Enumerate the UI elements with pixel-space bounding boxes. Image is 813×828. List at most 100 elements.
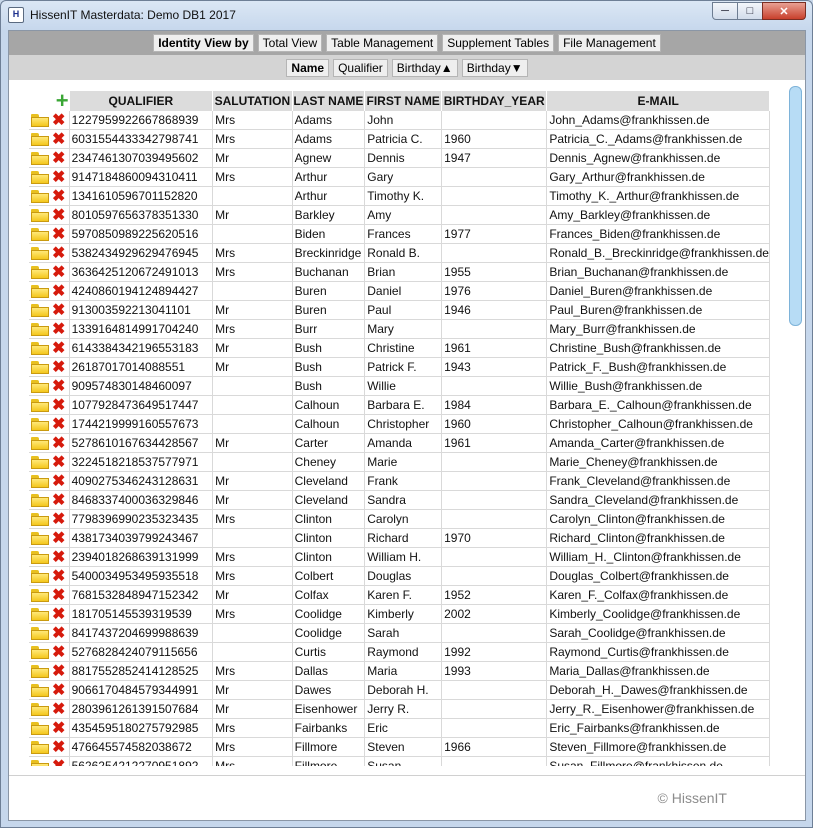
table-row[interactable]: ✖ 8010597656378351330 Mr Barkley Amy Amy_Bark…: [29, 205, 770, 225]
row-delete-cell[interactable]: ✖: [51, 566, 70, 586]
row-delete-cell[interactable]: ✖: [51, 129, 70, 149]
row-open-cell[interactable]: [29, 262, 52, 282]
scrollbar-thumb[interactable]: [789, 86, 802, 326]
vertical-scrollbar[interactable]: [789, 82, 803, 772]
delete-icon[interactable]: ✖: [51, 436, 66, 452]
folder-icon[interactable]: [31, 437, 49, 451]
table-row[interactable]: ✖ 181705145539319539 Mrs Coolidge Kimberly 20…: [29, 604, 770, 624]
delete-icon[interactable]: ✖: [51, 170, 66, 186]
row-open-cell[interactable]: [29, 376, 52, 396]
row-open-cell[interactable]: [29, 642, 52, 662]
toolbar2-button-2[interactable]: Birthday▲: [391, 58, 458, 77]
toolbar1-button-1[interactable]: Total View: [257, 34, 323, 52]
delete-icon[interactable]: ✖: [51, 227, 66, 243]
folder-icon[interactable]: [31, 760, 49, 766]
table-row[interactable]: ✖ 9066170484579344991 Mr Dawes Deborah H. Deb…: [29, 680, 770, 700]
table-row[interactable]: ✖ 5276828424079115656 Curtis Raymond 1992 Ray…: [29, 642, 770, 662]
table-row[interactable]: ✖ 8468337400036329846 Mr Cleveland Sandra San…: [29, 490, 770, 510]
delete-icon[interactable]: ✖: [51, 531, 66, 547]
delete-icon[interactable]: ✖: [51, 189, 66, 205]
delete-icon[interactable]: ✖: [51, 550, 66, 566]
table-row[interactable]: ✖ 2347461307039495602 Mr Agnew Dennis 1947 Den…: [29, 148, 770, 168]
folder-icon[interactable]: [31, 152, 49, 166]
folder-icon[interactable]: [31, 304, 49, 318]
folder-icon[interactable]: [31, 494, 49, 508]
table-row[interactable]: ✖ 913003592213041101 Mr Buren Paul 1946 Paul_B…: [29, 300, 770, 320]
row-open-cell[interactable]: [29, 319, 52, 339]
row-open-cell[interactable]: [29, 167, 52, 187]
delete-icon[interactable]: ✖: [51, 341, 66, 357]
delete-icon[interactable]: ✖: [51, 626, 66, 642]
delete-icon[interactable]: ✖: [51, 284, 66, 300]
folder-icon[interactable]: [31, 646, 49, 660]
folder-icon[interactable]: [31, 266, 49, 280]
table-row[interactable]: ✖ 476645574582038672 Mrs Fillmore Steven 1966…: [29, 737, 770, 757]
table-row[interactable]: ✖ 8817552852414128525 Mrs Dallas Maria 1993 Ma…: [29, 661, 770, 681]
row-delete-cell[interactable]: ✖: [51, 167, 70, 187]
row-open-cell[interactable]: [29, 623, 52, 643]
table-row[interactable]: ✖ 1744219999160557673 Calhoun Christopher 19…: [29, 414, 770, 434]
row-delete-cell[interactable]: ✖: [51, 224, 70, 244]
folder-icon[interactable]: [31, 418, 49, 432]
table-row[interactable]: ✖ 4354595180275792985 Mrs Fairbanks Eric Eric…: [29, 718, 770, 738]
table-row[interactable]: ✖ 2618701701408855​1 Mr Bush Patrick F. 1943 P…: [29, 357, 770, 377]
delete-icon[interactable]: ✖: [51, 208, 66, 224]
title-bar[interactable]: H HissenIT Masterdata: Demo DB1 2017 ─ □…: [1, 1, 812, 29]
folder-icon[interactable]: [31, 703, 49, 717]
delete-icon[interactable]: ✖: [51, 303, 66, 319]
row-delete-cell[interactable]: ✖: [51, 661, 70, 681]
delete-icon[interactable]: ✖: [51, 398, 66, 414]
row-delete-cell[interactable]: ✖: [51, 186, 70, 206]
folder-icon[interactable]: [31, 133, 49, 147]
table-row[interactable]: ✖ 6143384342196553183 Mr Bush Christine 1961 C…: [29, 338, 770, 358]
toolbar1-button-3[interactable]: Supplement Tables: [442, 34, 555, 52]
close-button[interactable]: ✕: [762, 2, 806, 20]
folder-icon[interactable]: [31, 722, 49, 736]
delete-icon[interactable]: ✖: [51, 379, 66, 395]
row-open-cell[interactable]: [29, 129, 52, 149]
folder-icon[interactable]: [31, 361, 49, 375]
folder-icon[interactable]: [31, 114, 49, 128]
row-open-cell[interactable]: [29, 509, 52, 529]
row-open-cell[interactable]: [29, 471, 52, 491]
folder-icon[interactable]: [31, 171, 49, 185]
row-open-cell[interactable]: [29, 433, 52, 453]
table-row[interactable]: ✖ 1227959922667868939 Mrs Adams John John_Ada…: [29, 111, 770, 130]
table-row[interactable]: ✖ 2803961261391507684 Mr Eisenhower Jerry R.…: [29, 699, 770, 719]
delete-icon[interactable]: ✖: [51, 683, 66, 699]
table-row[interactable]: ✖ 5970850989225620516 Biden Frances 1977 Fran…: [29, 224, 770, 244]
row-open-cell[interactable]: [29, 718, 52, 738]
folder-icon[interactable]: [31, 627, 49, 641]
row-open-cell[interactable]: [29, 528, 52, 548]
delete-icon[interactable]: ✖: [51, 265, 66, 281]
delete-icon[interactable]: ✖: [51, 113, 66, 129]
row-delete-cell[interactable]: ✖: [51, 585, 70, 605]
table-row[interactable]: ✖ 6031554433342798741 Mrs Adams Patricia C. 1…: [29, 129, 770, 149]
folder-icon[interactable]: [31, 323, 49, 337]
table-row[interactable]: ✖ 3636425120672491013 Mrs Buchanan Brian 1955…: [29, 262, 770, 282]
folder-icon[interactable]: [31, 285, 49, 299]
delete-icon[interactable]: ✖: [51, 664, 66, 680]
row-open-cell[interactable]: [29, 300, 52, 320]
row-delete-cell[interactable]: ✖: [51, 623, 70, 643]
row-delete-cell[interactable]: ✖: [51, 338, 70, 358]
table-row[interactable]: ✖ 1077928473649517447 Calhoun Barbara E. 198…: [29, 395, 770, 415]
delete-icon[interactable]: ✖: [51, 417, 66, 433]
folder-icon[interactable]: [31, 209, 49, 223]
delete-icon[interactable]: ✖: [51, 493, 66, 509]
row-open-cell[interactable]: [29, 680, 52, 700]
table-row[interactable]: ✖ 1339164814991704240 Mrs Burr Mary Mary_Burr…: [29, 319, 770, 339]
folder-icon[interactable]: [31, 684, 49, 698]
row-delete-cell[interactable]: ✖: [51, 509, 70, 529]
column-header-e-mail[interactable]: E-MAIL: [546, 91, 770, 111]
delete-icon[interactable]: ✖: [51, 151, 66, 167]
row-open-cell[interactable]: [29, 111, 52, 130]
row-delete-cell[interactable]: ✖: [51, 357, 70, 377]
folder-icon[interactable]: [31, 456, 49, 470]
add-row-header[interactable]: +: [29, 91, 70, 111]
table-row[interactable]: ✖ 5400034953495935518 Mrs Colbert Douglas Dou…: [29, 566, 770, 586]
delete-icon[interactable]: ✖: [51, 132, 66, 148]
delete-icon[interactable]: ✖: [51, 740, 66, 756]
row-open-cell[interactable]: [29, 661, 52, 681]
row-open-cell[interactable]: [29, 585, 52, 605]
